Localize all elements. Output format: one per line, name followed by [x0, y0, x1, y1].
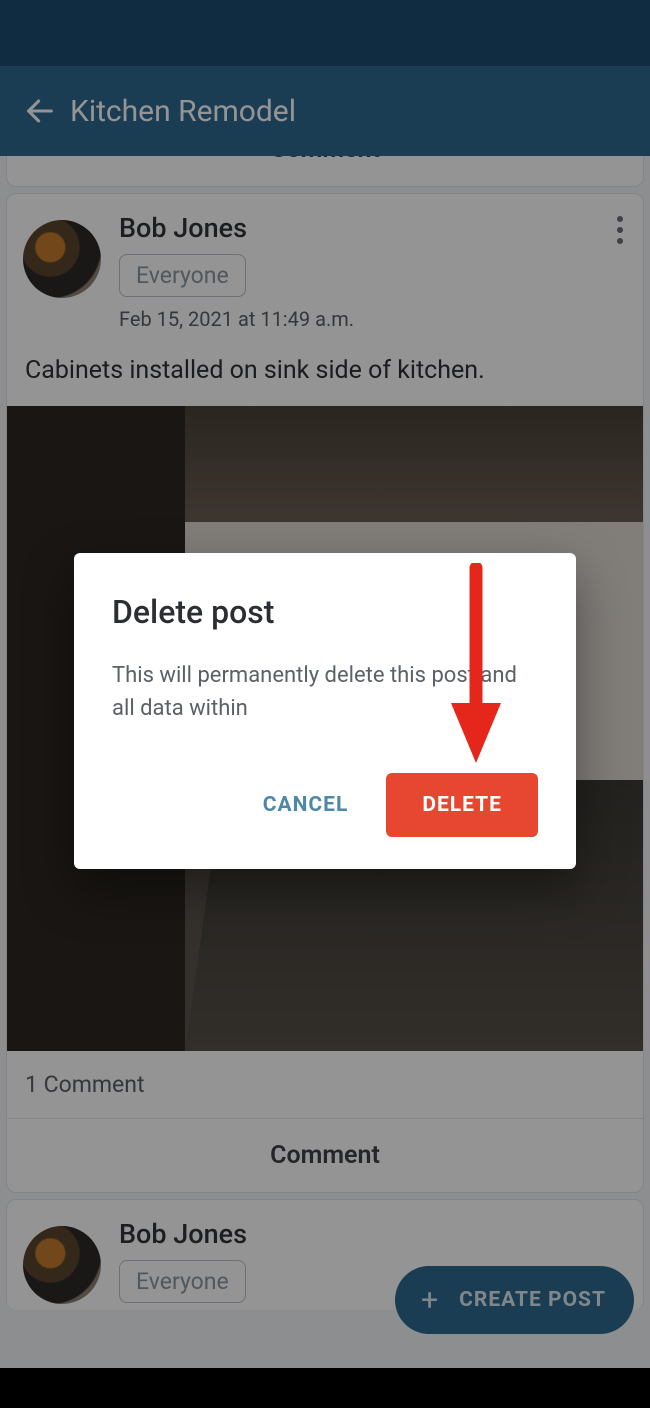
delete-button[interactable]: DELETE: [386, 773, 538, 837]
delete-post-dialog: Delete post This will permanently delete…: [74, 553, 576, 869]
dialog-message: This will permanently delete this post a…: [112, 659, 538, 725]
cancel-button[interactable]: CANCEL: [255, 775, 357, 835]
dialog-title: Delete post: [112, 593, 538, 631]
